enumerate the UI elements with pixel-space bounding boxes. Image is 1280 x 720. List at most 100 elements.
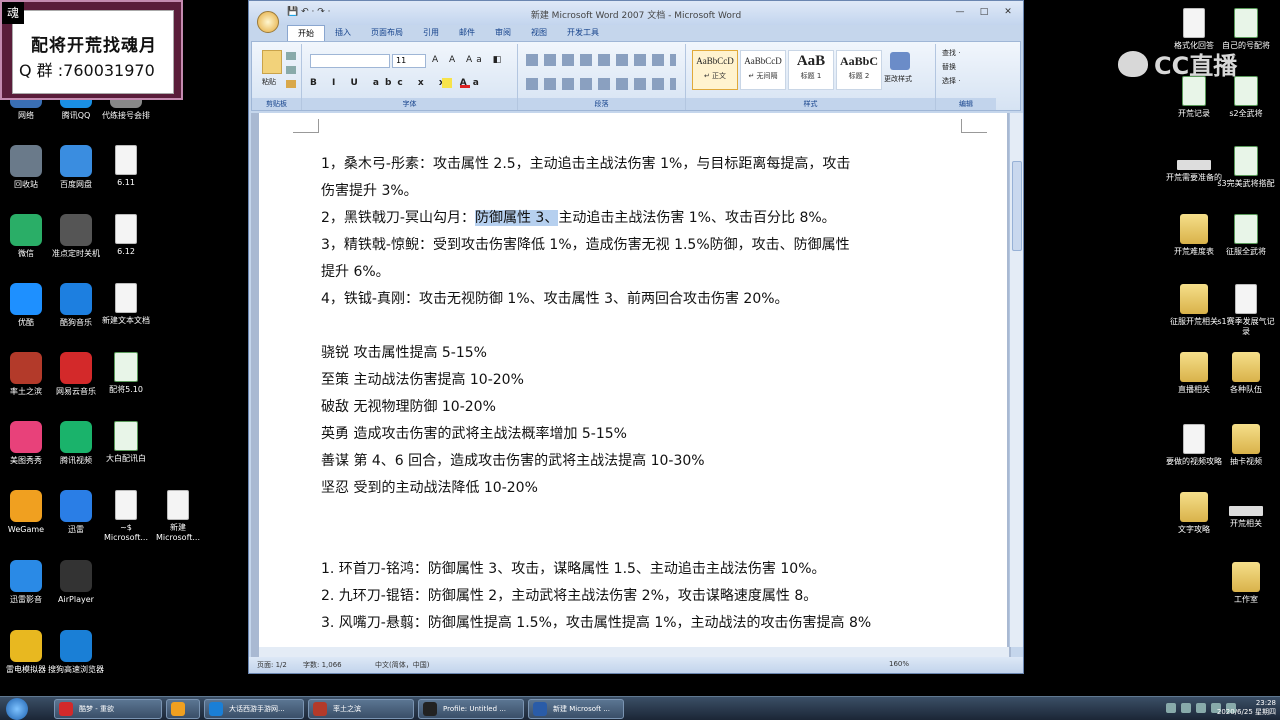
- left-icon-8[interactable]: 6.12: [94, 214, 158, 257]
- document-line[interactable]: 4，铁钺-真刚：攻击无视防御 1%、攻击属性 3、前两回合攻击伤害 20%。: [321, 286, 941, 313]
- status-words[interactable]: 字数: 1,066: [303, 660, 342, 670]
- status-zoom[interactable]: 160%: [889, 660, 909, 668]
- tab-view[interactable]: 视图: [521, 25, 557, 41]
- style-heading2[interactable]: AaBbC 标题 2: [836, 50, 882, 90]
- right-icon-11[interactable]: 各种队伍: [1214, 352, 1278, 395]
- document-line[interactable]: 3. 风嘴刀-悬翦：防御属性提高 1.5%，攻击属性提高 1%，主动战法的攻击伤…: [321, 610, 941, 637]
- left-icon-5[interactable]: 6.11: [94, 145, 158, 188]
- style-normal[interactable]: AaBbCcD ↵ 正文: [692, 50, 738, 90]
- format-painter-icon[interactable]: [286, 80, 296, 88]
- office-button[interactable]: [257, 11, 279, 33]
- tab-developer[interactable]: 开发工具: [557, 25, 609, 41]
- highlight-icon[interactable]: [442, 78, 452, 88]
- status-page[interactable]: 页面: 1/2: [257, 660, 287, 670]
- tab-insert[interactable]: 插入: [325, 25, 361, 41]
- right-icon-7[interactable]: 征服全武将: [1214, 214, 1278, 257]
- document-line[interactable]: 3，精铁戟-惊鲵：受到攻击伤害降低 1%，造成伤害无视 1.5%防御，攻击、防御…: [321, 232, 941, 259]
- start-button[interactable]: [6, 698, 28, 720]
- document-line[interactable]: 善谋 第 4、6 回合，造成攻击伤害的武将主战法提高 10-30%: [321, 448, 941, 475]
- taskbar-task[interactable]: [166, 699, 200, 719]
- tab-references[interactable]: 引用: [413, 25, 449, 41]
- title-bar[interactable]: 💾 ↶ · ↷ · 新建 Microsoft Word 2007 文档 - Mi…: [249, 1, 1023, 25]
- change-styles-icon[interactable]: [890, 52, 910, 70]
- document-line[interactable]: 破敌 无视物理防御 10-20%: [321, 394, 941, 421]
- document-line[interactable]: 英勇 造成攻击伤害的武将主战法概率增加 5-15%: [321, 421, 941, 448]
- style-no-spacing[interactable]: AaBbCcD ↵ 无间隔: [740, 50, 786, 90]
- taskbar-task[interactable]: 酷梦 - 重欲: [54, 699, 162, 719]
- font-style-buttons[interactable]: B I U abc x x Aa: [310, 78, 485, 88]
- taskbar-task[interactable]: Profile: Untitled ...: [418, 699, 524, 719]
- document-line[interactable]: 2. 九环刀-锟铻：防御属性 2，主动武将主战法伤害 2%，攻击谋略速度属性 8…: [321, 583, 941, 610]
- copy-icon[interactable]: [286, 66, 296, 74]
- left-icon-14[interactable]: 配将5.10: [94, 352, 158, 395]
- style-heading2-sample: AaBbC: [839, 54, 878, 68]
- tab-mailings[interactable]: 邮件: [449, 25, 485, 41]
- right-icon-16[interactable]: 工作室: [1214, 562, 1278, 605]
- document-line[interactable]: [321, 529, 941, 556]
- taskbar-task[interactable]: 新建 Microsoft ...: [528, 699, 624, 719]
- left-icon-25[interactable]: 搜狗高速浏览器: [44, 630, 108, 675]
- group-label-font: 字体: [302, 98, 517, 110]
- right-icon-13[interactable]: 抽卡视频: [1214, 424, 1278, 467]
- document-line[interactable]: [321, 502, 941, 529]
- paste-icon[interactable]: [262, 50, 282, 74]
- scrollbar-thumb[interactable]: [1012, 161, 1022, 251]
- tray-icon[interactable]: [1196, 703, 1206, 713]
- clock[interactable]: 23:28 2020/6/25 星期四: [1217, 699, 1276, 717]
- document-line[interactable]: 1. 环首刀-铭鸿：防御属性 3、攻击，谋略属性 1.5、主动追击主战法伤害 1…: [321, 556, 941, 583]
- select-button[interactable]: 选择 ·: [942, 76, 960, 86]
- right-icon-5[interactable]: s3完美武将搭配: [1214, 146, 1278, 189]
- desktop-icon-label: 配将5.10: [109, 385, 143, 394]
- document-line[interactable]: 骁锐 攻击属性提高 5-15%: [321, 340, 941, 367]
- document-line[interactable]: [321, 313, 941, 340]
- overlay-corner-glyph: 魂: [2, 2, 24, 24]
- style-heading1-sample: AaB: [796, 53, 826, 69]
- cut-icon[interactable]: [286, 52, 296, 60]
- document-line[interactable]: 提升 6%。: [321, 259, 941, 286]
- document-line[interactable]: 2，黑铁戟刀-冥山勾月：防御属性 3、主动追击主战法伤害 1%、攻击百分比 8%…: [321, 205, 941, 232]
- replace-button[interactable]: 替换: [942, 62, 956, 72]
- align-buttons[interactable]: [526, 78, 676, 90]
- left-icon-23[interactable]: AirPlayer: [44, 560, 108, 605]
- app-icon: [60, 283, 92, 315]
- desktop-icon-label: 6.12: [117, 247, 135, 256]
- status-language[interactable]: 中文(简体，中国): [375, 660, 429, 670]
- document-line[interactable]: 伤害提升 3%。: [321, 178, 941, 205]
- style-heading1[interactable]: AaB 标题 1: [788, 50, 834, 90]
- right-icon-3[interactable]: s2全武将: [1214, 76, 1278, 119]
- right-icon-1[interactable]: 自己的号配将: [1214, 8, 1278, 51]
- list-buttons[interactable]: [526, 54, 676, 66]
- font-name-box[interactable]: [310, 54, 390, 68]
- change-styles-label[interactable]: 更改样式: [884, 74, 912, 84]
- tab-page-layout[interactable]: 页面布局: [361, 25, 413, 41]
- close-button[interactable]: ✕: [997, 5, 1019, 19]
- taskbar-task[interactable]: 大话西游手游网...: [204, 699, 304, 719]
- task-label: 大话西游手游网...: [229, 705, 285, 713]
- style-heading2-name: 标题 2: [848, 72, 870, 80]
- taskbar-task[interactable]: 率土之滨: [308, 699, 414, 719]
- left-icon-21[interactable]: 新建 Microsoft...: [146, 490, 210, 543]
- font-size-box[interactable]: 11: [392, 54, 426, 68]
- right-icon-15[interactable]: 开荒相关: [1214, 492, 1278, 529]
- tray-icon[interactable]: [1166, 703, 1176, 713]
- horizontal-scrollbar[interactable]: [259, 647, 1009, 657]
- document-text[interactable]: 1，桑木弓-彤素：攻击属性 2.5，主动追击主战法伤害 1%，与目标距离每提高，…: [321, 151, 941, 637]
- document-page[interactable]: 1，桑木弓-彤素：攻击属性 2.5，主动追击主战法伤害 1%，与目标距离每提高，…: [259, 113, 1007, 659]
- document-line[interactable]: 至策 主动战法伤害提高 10-20%: [321, 367, 941, 394]
- group-font: 11 A A Aa ◧ B I U abc x x Aa 字体: [302, 44, 518, 110]
- paste-label[interactable]: 粘贴: [262, 77, 276, 87]
- document-line[interactable]: 坚忍 受到的主动战法降低 10-20%: [321, 475, 941, 502]
- document-line[interactable]: 1，桑木弓-彤素：攻击属性 2.5，主动追击主战法伤害 1%，与目标距离每提高，…: [321, 151, 941, 178]
- minimize-button[interactable]: —: [949, 5, 971, 19]
- right-icon-9[interactable]: s1赛季发展气记录: [1214, 284, 1278, 337]
- left-icon-11[interactable]: 新建文本文档: [94, 283, 158, 326]
- tab-review[interactable]: 审阅: [485, 25, 521, 41]
- font-grow-shrink-buttons[interactable]: A A Aa ◧: [432, 55, 505, 65]
- vertical-scrollbar[interactable]: [1009, 113, 1023, 647]
- tab-home[interactable]: 开始: [287, 25, 325, 41]
- maximize-button[interactable]: □: [973, 5, 995, 19]
- tray-icon[interactable]: [1181, 703, 1191, 713]
- left-icon-17[interactable]: 大白配讯白: [94, 421, 158, 464]
- font-color-icon[interactable]: [460, 78, 470, 88]
- find-button[interactable]: 查找 ·: [942, 48, 960, 58]
